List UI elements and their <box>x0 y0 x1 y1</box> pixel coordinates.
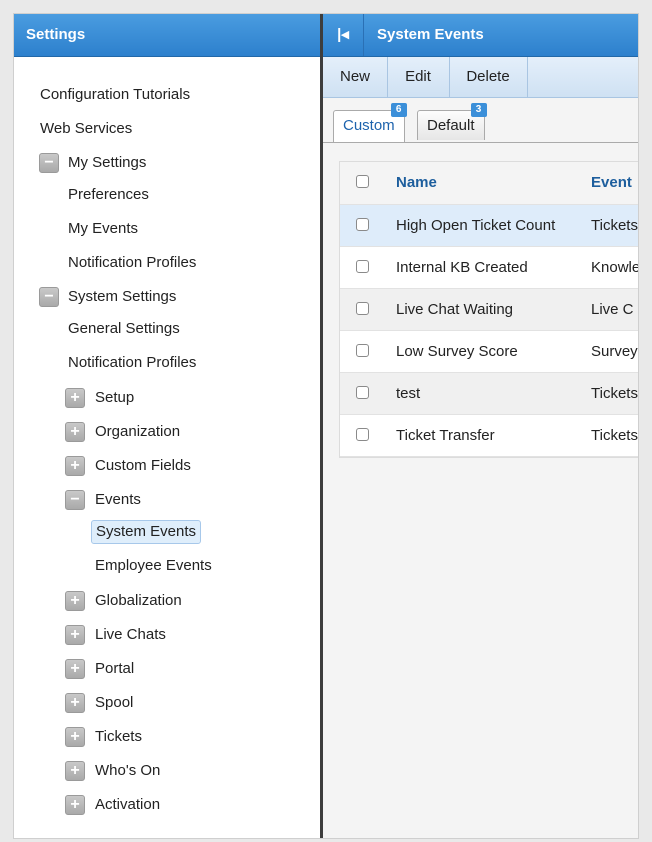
expand-icon[interactable]: + <box>65 795 85 815</box>
collapse-icon[interactable]: − <box>65 490 85 510</box>
expand-icon[interactable]: + <box>65 659 85 679</box>
tree-item-custom-fields[interactable]: Custom Fields <box>95 455 191 477</box>
system-events-panel: |◂ System Events New Edit Delete Custom … <box>323 14 638 838</box>
expand-icon[interactable]: + <box>65 388 85 408</box>
tree-item-general-settings[interactable]: General Settings <box>68 318 180 340</box>
tree-item-globalization[interactable]: Globalization <box>95 590 182 612</box>
row-event: Tickets <box>591 385 638 402</box>
row-event: Live C <box>591 301 634 318</box>
expand-icon[interactable]: + <box>65 456 85 476</box>
table-row[interactable]: Ticket Transfer Tickets <box>340 415 638 457</box>
tab-default[interactable]: Default 3 <box>417 103 487 140</box>
row-name: Ticket Transfer <box>396 427 495 444</box>
column-header-name[interactable]: Name <box>396 162 437 203</box>
table-row[interactable]: High Open Ticket Count Tickets <box>340 205 638 247</box>
row-checkbox[interactable] <box>356 218 369 231</box>
tree-item-notification-profiles[interactable]: Notification Profiles <box>68 252 196 274</box>
tree-item-employee-events[interactable]: Employee Events <box>95 555 212 577</box>
tree-item-portal[interactable]: Portal <box>95 658 134 680</box>
row-checkbox[interactable] <box>356 386 369 399</box>
tab-strip: Custom 6 Default 3 <box>323 98 638 144</box>
expand-icon[interactable]: + <box>65 761 85 781</box>
expand-icon[interactable]: + <box>65 693 85 713</box>
custom-count-badge: 6 <box>390 103 407 117</box>
tab-divider <box>323 142 638 143</box>
table-header: Name Event <box>340 162 638 205</box>
delete-button[interactable]: Delete <box>449 57 528 97</box>
tree-item-tickets[interactable]: Tickets <box>95 726 142 748</box>
row-event: Tickets <box>591 217 638 234</box>
row-checkbox[interactable] <box>356 428 369 441</box>
column-header-event[interactable]: Event <box>591 162 632 203</box>
row-event: Knowle <box>591 259 638 276</box>
tree-item-web-services[interactable]: Web Services <box>40 118 132 140</box>
settings-panel: Settings Configuration Tutorials Web Ser… <box>14 14 322 838</box>
table-row[interactable]: Internal KB Created Knowle <box>340 247 638 289</box>
tree-item-my-settings[interactable]: My Settings <box>68 152 146 174</box>
select-all-checkbox[interactable] <box>356 175 369 188</box>
table-row[interactable]: test Tickets <box>340 373 638 415</box>
tree-item-setup[interactable]: Setup <box>95 387 134 409</box>
tree-item-whos-on[interactable]: Who's On <box>95 760 160 782</box>
expand-icon[interactable]: + <box>65 591 85 611</box>
tab-custom[interactable]: Custom 6 <box>333 103 407 142</box>
tree-item-system-settings[interactable]: System Settings <box>68 286 176 308</box>
settings-panel-header: Settings <box>14 14 322 57</box>
new-button[interactable]: New <box>323 57 388 97</box>
page-title: System Events <box>377 26 484 43</box>
row-checkbox[interactable] <box>356 302 369 315</box>
row-event: Tickets <box>591 427 638 444</box>
tree-item-notification-profiles[interactable]: Notification Profiles <box>68 352 196 374</box>
tree-item-organization[interactable]: Organization <box>95 421 180 443</box>
collapse-icon[interactable]: − <box>39 287 59 307</box>
system-events-header: |◂ System Events <box>323 14 638 57</box>
toolbar: New Edit Delete <box>323 57 638 98</box>
window-frame: Settings Configuration Tutorials Web Ser… <box>13 13 639 839</box>
events-table: Name Event High Open Ticket Count Ticket… <box>339 161 638 458</box>
tree-item-live-chats[interactable]: Live Chats <box>95 624 166 646</box>
tree-item-activation[interactable]: Activation <box>95 794 160 816</box>
row-checkbox[interactable] <box>356 344 369 357</box>
collapse-icon[interactable]: − <box>39 153 59 173</box>
row-name: Internal KB Created <box>396 259 528 276</box>
tree-item-spool[interactable]: Spool <box>95 692 133 714</box>
tree-item-configuration-tutorials[interactable]: Configuration Tutorials <box>40 84 190 106</box>
table-row[interactable]: Live Chat Waiting Live C <box>340 289 638 331</box>
tree-item-my-events[interactable]: My Events <box>68 218 138 240</box>
row-event: Survey <box>591 343 638 360</box>
expand-icon[interactable]: + <box>65 727 85 747</box>
table-row[interactable]: Low Survey Score Survey <box>340 331 638 373</box>
row-name: Low Survey Score <box>396 343 518 360</box>
row-name: High Open Ticket Count <box>396 217 556 234</box>
expand-icon[interactable]: + <box>65 422 85 442</box>
row-name: Live Chat Waiting <box>396 301 513 318</box>
expand-icon[interactable]: + <box>65 625 85 645</box>
tree-item-events[interactable]: Events <box>95 489 141 511</box>
edit-button[interactable]: Edit <box>387 57 450 97</box>
tree-item-preferences[interactable]: Preferences <box>68 184 149 206</box>
row-name: test <box>396 385 421 402</box>
row-checkbox[interactable] <box>356 260 369 273</box>
collapse-panel-icon[interactable]: |◂ <box>323 14 364 56</box>
default-count-badge: 3 <box>470 103 487 117</box>
tree-item-system-events[interactable]: System Events <box>91 520 202 544</box>
